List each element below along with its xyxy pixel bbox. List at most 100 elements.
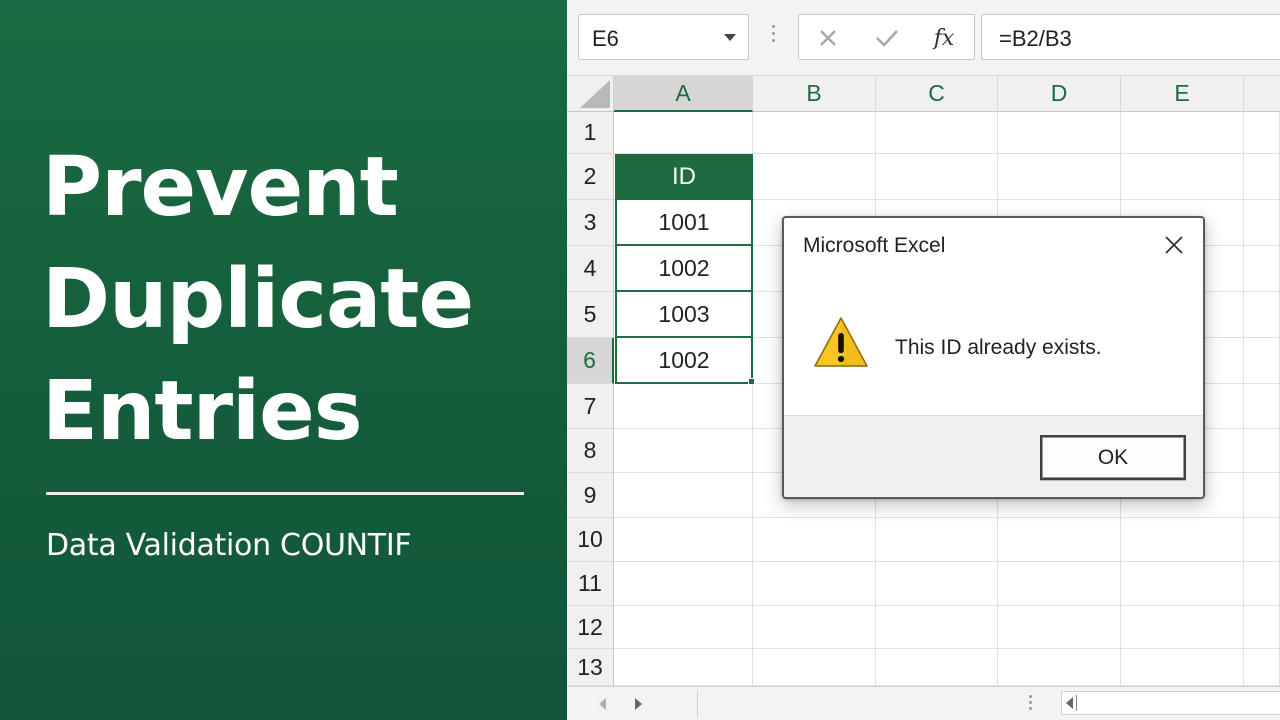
- formula-buttons: fx: [798, 14, 975, 60]
- formula-bar: E6 fx =B2/B3: [567, 0, 1280, 76]
- close-icon[interactable]: [1163, 234, 1185, 256]
- cell-a10[interactable]: [614, 518, 753, 562]
- cell-e10[interactable]: [1121, 518, 1244, 562]
- id-header-cell[interactable]: ID: [615, 154, 753, 200]
- cell-a7[interactable]: [614, 384, 753, 429]
- row-header-8[interactable]: 8: [567, 429, 614, 473]
- cell-a3[interactable]: 1001: [615, 200, 753, 246]
- row-header-12[interactable]: 12: [567, 606, 614, 649]
- enter-formula-button[interactable]: [871, 23, 903, 53]
- formula-value: =B2/B3: [999, 26, 1072, 51]
- chevron-down-icon[interactable]: [724, 34, 736, 41]
- dialog-message: This ID already exists.: [895, 336, 1102, 359]
- banner-subtitle: Data Validation COUNTIF: [46, 528, 412, 563]
- cell-b11[interactable]: [753, 562, 876, 606]
- cell-e12[interactable]: [1121, 606, 1244, 649]
- cell-c10[interactable]: [876, 518, 998, 562]
- horizontal-scrollbar[interactable]: [1061, 691, 1280, 715]
- cell-c13[interactable]: [876, 649, 998, 686]
- sheet-next-icon[interactable]: [635, 698, 642, 710]
- cell-d11[interactable]: [998, 562, 1121, 606]
- cell-f3[interactable]: [1244, 200, 1280, 246]
- column-header-d[interactable]: D: [998, 76, 1121, 112]
- row-header-10[interactable]: 10: [567, 518, 614, 562]
- cancel-formula-button[interactable]: [813, 23, 843, 53]
- cell-f2[interactable]: [1244, 154, 1280, 200]
- cell-c1[interactable]: [876, 112, 998, 154]
- cell-d12[interactable]: [998, 606, 1121, 649]
- cell-f8[interactable]: [1244, 429, 1280, 473]
- row-header-11[interactable]: 11: [567, 562, 614, 606]
- cell-a1[interactable]: [614, 112, 753, 154]
- column-header-f[interactable]: [1244, 76, 1280, 112]
- cell-e13[interactable]: [1121, 649, 1244, 686]
- insert-function-button[interactable]: fx: [927, 23, 961, 53]
- check-icon: [876, 30, 898, 47]
- cell-f6[interactable]: [1244, 338, 1280, 384]
- title-banner: Prevent Duplicate Entries Data Validatio…: [0, 0, 567, 720]
- cell-d10[interactable]: [998, 518, 1121, 562]
- formula-input[interactable]: =B2/B3: [981, 14, 1280, 60]
- cell-a12[interactable]: [614, 606, 753, 649]
- cell-a8[interactable]: [614, 429, 753, 473]
- scroll-left-icon[interactable]: [1066, 697, 1073, 709]
- banner-divider: [46, 492, 524, 495]
- row-header-1[interactable]: 1: [567, 112, 614, 154]
- column-header-b[interactable]: B: [753, 76, 876, 112]
- column-header-c[interactable]: C: [876, 76, 998, 112]
- cell-f10[interactable]: [1244, 518, 1280, 562]
- row-header-4[interactable]: 4: [567, 246, 614, 292]
- cell-b13[interactable]: [753, 649, 876, 686]
- row-header-3[interactable]: 3: [567, 200, 614, 246]
- cell-f4[interactable]: [1244, 246, 1280, 292]
- fill-handle[interactable]: [748, 378, 755, 385]
- resize-handle-icon[interactable]: [772, 25, 776, 51]
- cell-b10[interactable]: [753, 518, 876, 562]
- row-header-5[interactable]: 5: [567, 292, 614, 338]
- cell-e1[interactable]: [1121, 112, 1244, 154]
- divider: [697, 691, 698, 717]
- cell-c11[interactable]: [876, 562, 998, 606]
- row-header-6[interactable]: 6: [567, 338, 614, 384]
- ok-button[interactable]: OK: [1040, 435, 1186, 480]
- cell-f11[interactable]: [1244, 562, 1280, 606]
- cell-a11[interactable]: [614, 562, 753, 606]
- cell-c12[interactable]: [876, 606, 998, 649]
- cell-f5[interactable]: [1244, 292, 1280, 338]
- dialog-footer: OK: [784, 416, 1203, 497]
- cell-c2[interactable]: [876, 154, 998, 200]
- cell-f12[interactable]: [1244, 606, 1280, 649]
- dialog-titlebar[interactable]: Microsoft Excel: [784, 218, 1203, 272]
- cell-f13[interactable]: [1244, 649, 1280, 686]
- cell-f9[interactable]: [1244, 473, 1280, 518]
- name-box-value: E6: [592, 26, 619, 51]
- row-header-13[interactable]: 13: [567, 649, 614, 686]
- column-header-e[interactable]: E: [1121, 76, 1244, 112]
- cell-a13[interactable]: [614, 649, 753, 686]
- cell-d1[interactable]: [998, 112, 1121, 154]
- banner-title-line: Duplicate: [42, 252, 474, 347]
- cell-a5[interactable]: 1003: [615, 292, 753, 338]
- cell-b1[interactable]: [753, 112, 876, 154]
- row-header-2[interactable]: 2: [567, 154, 614, 200]
- cell-d13[interactable]: [998, 649, 1121, 686]
- select-all-button[interactable]: [567, 76, 614, 112]
- cell-e2[interactable]: [1121, 154, 1244, 200]
- close-icon: [820, 30, 836, 46]
- cell-f1[interactable]: [1244, 112, 1280, 154]
- row-header-9[interactable]: 9: [567, 473, 614, 518]
- cell-a6[interactable]: 1002: [615, 338, 753, 384]
- cell-b2[interactable]: [753, 154, 876, 200]
- cell-d2[interactable]: [998, 154, 1121, 200]
- column-header-a[interactable]: A: [614, 76, 753, 112]
- banner-title-line: Entries: [42, 364, 363, 459]
- cell-a4[interactable]: 1002: [615, 246, 753, 292]
- row-header-7[interactable]: 7: [567, 384, 614, 429]
- tab-split-handle-icon[interactable]: [1029, 695, 1032, 713]
- cell-a9[interactable]: [614, 473, 753, 518]
- cell-b12[interactable]: [753, 606, 876, 649]
- cell-f7[interactable]: [1244, 384, 1280, 429]
- name-box[interactable]: E6: [578, 14, 749, 60]
- sheet-prev-icon[interactable]: [599, 698, 606, 710]
- cell-e11[interactable]: [1121, 562, 1244, 606]
